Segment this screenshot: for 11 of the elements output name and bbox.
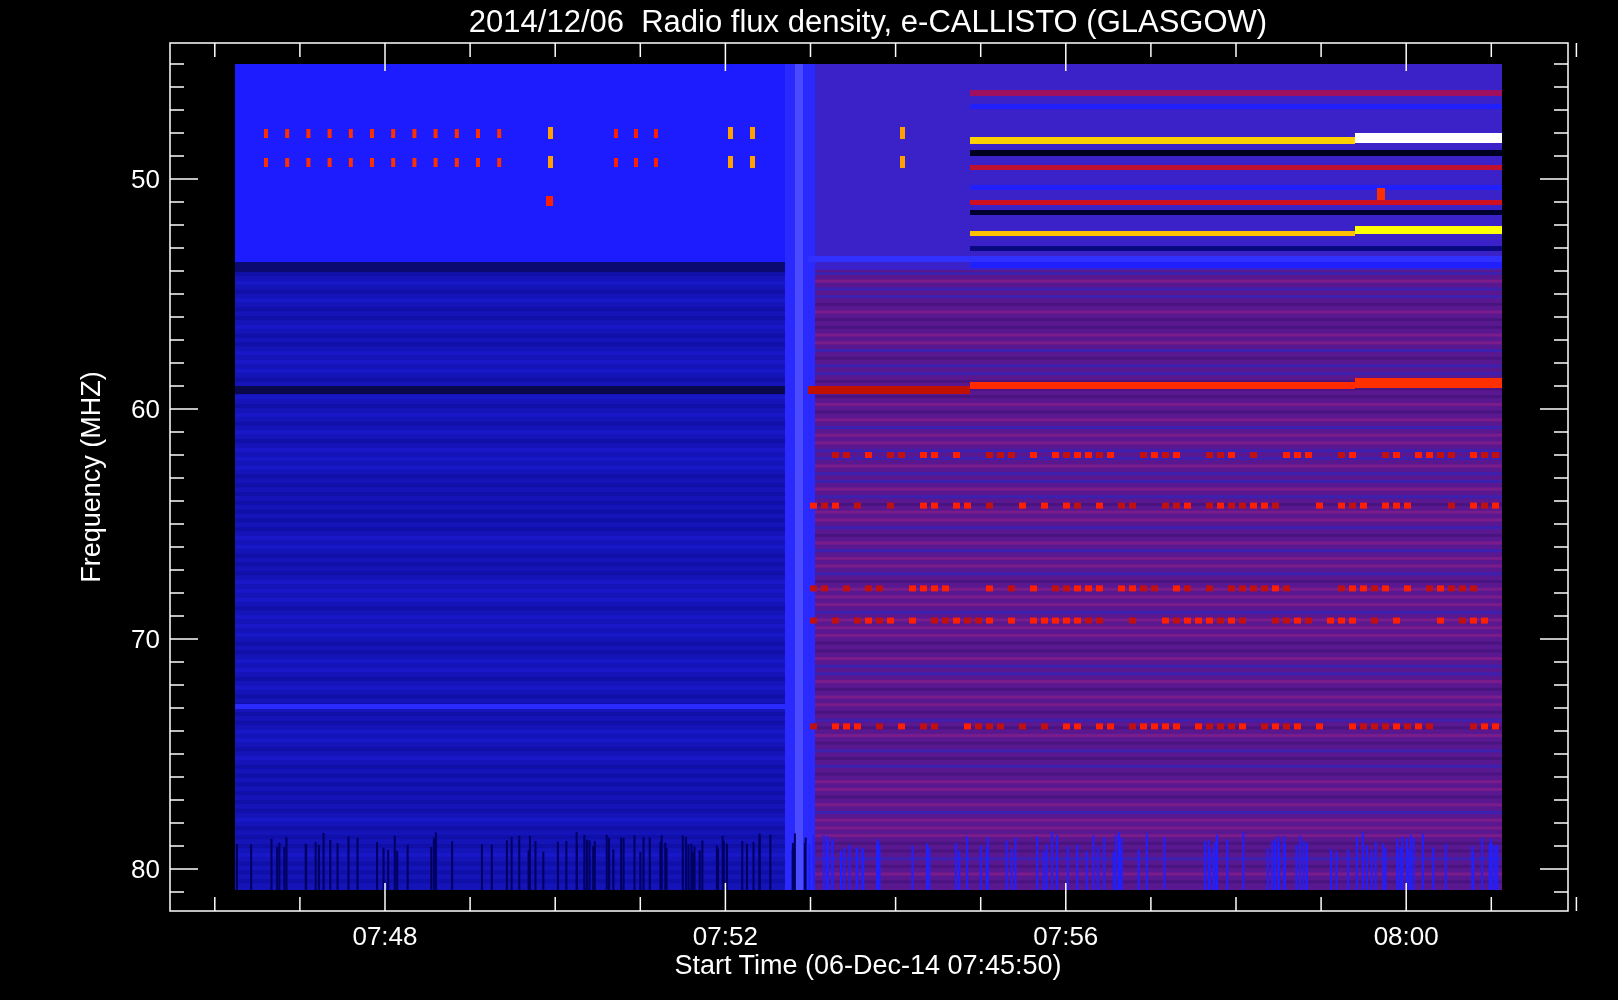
tick-label: 07:56 <box>1033 921 1099 951</box>
tick-label: 60 <box>131 394 160 424</box>
tick-label: 07:48 <box>352 921 418 951</box>
axis-label: Frequency (MHZ) <box>76 371 106 583</box>
tick-label: 80 <box>131 854 160 884</box>
chart-title: 2014/12/06 Radio flux density, e-CALLISTO (GLASGOW) <box>468 4 1268 39</box>
tick-label: 08:00 <box>1373 921 1439 951</box>
axis-label: Start Time (06-Dec-14 07:45:50) <box>674 950 1062 980</box>
tick-label: 70 <box>131 624 160 654</box>
tick-label: 50 <box>131 164 160 194</box>
tick-label: 07:52 <box>692 921 758 951</box>
